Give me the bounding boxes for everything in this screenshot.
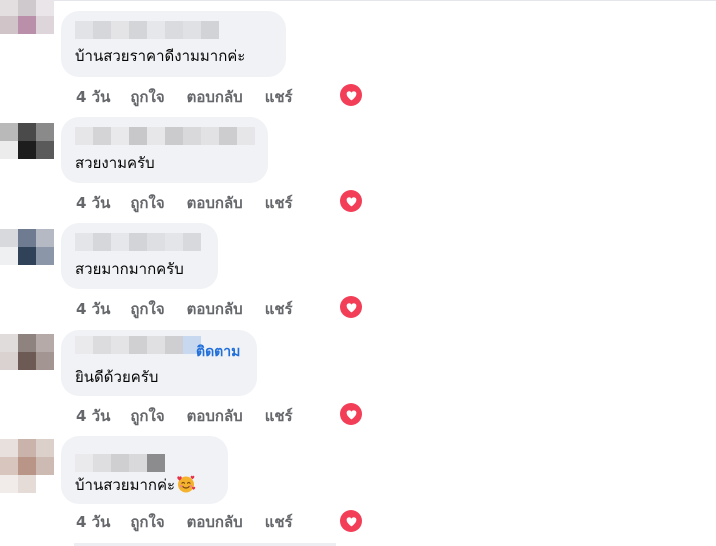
- share-button[interactable]: แชร์: [265, 191, 293, 215]
- share-button[interactable]: แชร์: [265, 404, 293, 428]
- comment-time[interactable]: 4 วัน: [76, 191, 110, 215]
- comment-time[interactable]: 4 วัน: [76, 297, 110, 321]
- comment-actions: 4 วัน ถูกใจ ตอบกลับ แชร์: [76, 406, 293, 426]
- heart-icon[interactable]: [340, 296, 362, 318]
- comment-actions: 4 วัน ถูกใจ ตอบกลับ แชร์: [76, 512, 293, 532]
- comment-bubble: สวยมากมากครับ: [61, 223, 218, 289]
- comment-bubble: ติดตาม ยินดีด้วยครับ: [61, 330, 257, 396]
- comment-time[interactable]: 4 วัน: [76, 510, 110, 534]
- reply-button[interactable]: ตอบกลับ: [187, 191, 243, 215]
- comment-actions: 4 วัน ถูกใจ ตอบกลับ แชร์: [76, 87, 293, 107]
- comment-bubble: บ้านสวยราคาดีงามมากค่ะ: [61, 11, 286, 77]
- reply-button[interactable]: ตอบกลับ: [187, 404, 243, 428]
- avatar[interactable]: [0, 334, 54, 388]
- reply-button[interactable]: ตอบกลับ: [187, 297, 243, 321]
- author-name[interactable]: [75, 454, 165, 472]
- comment-time[interactable]: 4 วัน: [76, 404, 110, 428]
- share-button[interactable]: แชร์: [265, 85, 293, 109]
- comment-actions: 4 วัน ถูกใจ ตอบกลับ แชร์: [76, 193, 293, 213]
- like-button[interactable]: ถูกใจ: [130, 191, 164, 215]
- heart-icon[interactable]: [340, 84, 362, 106]
- share-button[interactable]: แชร์: [265, 510, 293, 534]
- avatar[interactable]: [0, 229, 54, 283]
- comment-time[interactable]: 4 วัน: [76, 85, 110, 109]
- comment-text: สวยมากมากครับ: [75, 260, 184, 278]
- heart-icon[interactable]: [340, 510, 362, 532]
- comment-text: สวยงามครับ: [75, 154, 155, 172]
- like-button[interactable]: ถูกใจ: [130, 297, 164, 321]
- avatar[interactable]: [0, 0, 54, 52]
- comment-text: ยินดีด้วยครับ: [75, 368, 159, 386]
- comment-bubble: สวยงามครับ: [61, 117, 268, 183]
- like-button[interactable]: ถูกใจ: [130, 510, 164, 534]
- reply-button[interactable]: ตอบกลับ: [187, 510, 243, 534]
- follow-button[interactable]: ติดตาม: [196, 341, 240, 363]
- divider: [0, 0, 716, 1]
- heart-icon[interactable]: [340, 403, 362, 425]
- comment-text: บ้านสวยราคาดีงามมากค่ะ: [75, 47, 246, 65]
- comment-bubble: บ้านสวยมากค่ะ: [61, 436, 228, 504]
- author-name[interactable]: [75, 336, 201, 354]
- author-name[interactable]: [75, 233, 201, 251]
- heart-icon[interactable]: [340, 190, 362, 212]
- author-name[interactable]: [75, 21, 219, 39]
- avatar[interactable]: [0, 123, 54, 177]
- like-button[interactable]: ถูกใจ: [130, 85, 164, 109]
- like-button[interactable]: ถูกใจ: [130, 404, 164, 428]
- comment-actions: 4 วัน ถูกใจ ตอบกลับ แชร์: [76, 299, 293, 319]
- author-name[interactable]: [75, 127, 255, 145]
- avatar[interactable]: [0, 439, 54, 493]
- reply-button[interactable]: ตอบกลับ: [187, 85, 243, 109]
- smiling-face-with-hearts-icon: [177, 475, 196, 493]
- comment-text-content: บ้านสวยมากค่ะ: [75, 476, 176, 494]
- comment-text: บ้านสวยมากค่ะ: [75, 474, 196, 495]
- share-button[interactable]: แชร์: [265, 297, 293, 321]
